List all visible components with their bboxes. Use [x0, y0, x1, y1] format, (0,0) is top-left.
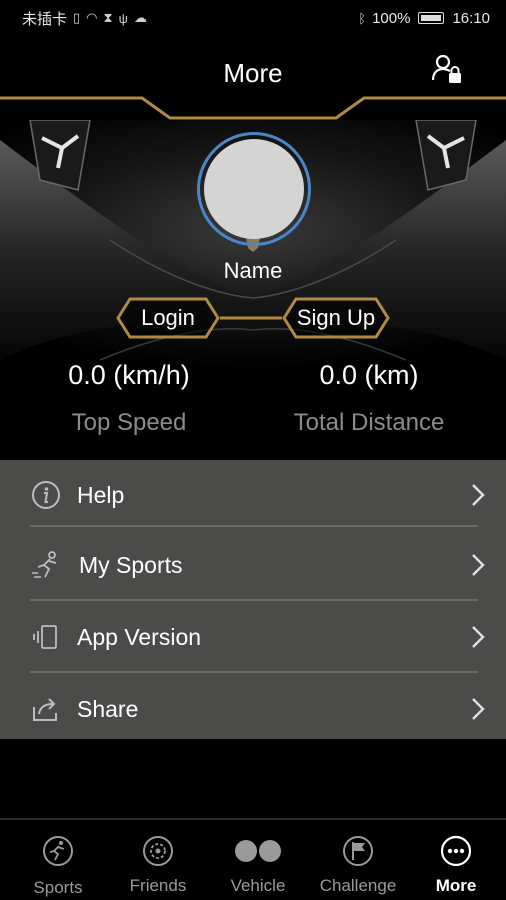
- menu-item-label: App Version: [77, 623, 202, 650]
- more-dots-icon: [440, 835, 472, 867]
- header: More: [0, 36, 506, 120]
- bottom-navigation: Sports Friends Vehicle Challenge More: [0, 818, 506, 900]
- menu-divider: [30, 671, 478, 673]
- menu-divider: [30, 525, 478, 527]
- menu-item-app-version[interactable]: App Version: [0, 602, 506, 672]
- carrier-text: 未插卡: [22, 10, 68, 28]
- battery-percent: 100%: [372, 9, 411, 27]
- nav-tab-sports[interactable]: Sports: [8, 820, 108, 900]
- signup-label: Sign Up: [296, 305, 376, 330]
- profile-hero: Name Login Sign Up 0.0 (km/h) Top Speed …: [0, 120, 506, 460]
- hourglass-icon: ⧗: [103, 10, 113, 25]
- nav-tab-more[interactable]: More: [406, 820, 506, 900]
- auth-connector: [220, 316, 282, 320]
- menu-item-label: Help: [77, 481, 125, 508]
- avatar[interactable]: [204, 139, 304, 239]
- top-speed-value: 0.0 (km/h): [68, 360, 190, 390]
- total-distance-label: Total Distance: [293, 409, 445, 436]
- nav-label: Vehicle: [230, 876, 286, 895]
- menu-item-help[interactable]: Help: [0, 460, 506, 530]
- profile-name: Name: [223, 258, 283, 283]
- auth-buttons: Login Sign Up: [0, 296, 506, 340]
- battery-icon: [418, 12, 445, 24]
- cloud-icon: ☁: [133, 10, 147, 25]
- menu-item-label: Share: [77, 695, 139, 722]
- nav-tab-vehicle[interactable]: Vehicle: [208, 820, 308, 900]
- user-lock-icon[interactable]: [430, 52, 464, 86]
- nav-tab-friends[interactable]: Friends: [108, 820, 208, 900]
- chevron-right-icon: [472, 484, 485, 506]
- share-icon: [33, 698, 57, 721]
- clock: 16:10: [452, 9, 490, 27]
- top-speed-stat: 0.0 (km/h) Top Speed: [14, 360, 244, 437]
- total-distance-value: 0.0 (km): [319, 360, 419, 390]
- avatar-ring[interactable]: [197, 132, 311, 246]
- chevron-right-icon: [472, 698, 485, 720]
- vehicle-icon: [235, 840, 281, 862]
- friends-icon: [143, 836, 173, 866]
- chevron-right-icon: [472, 554, 485, 576]
- menu-item-label: My Sports: [79, 551, 183, 578]
- signup-button[interactable]: Sign Up: [282, 296, 390, 340]
- phone-version-icon: [33, 625, 57, 649]
- usb-icon: ψ: [118, 10, 128, 26]
- nav-label: Friends: [129, 876, 187, 895]
- nav-label: More: [435, 876, 477, 895]
- info-icon: [32, 481, 60, 509]
- status-right: ᛒ 100% 16:10: [358, 10, 490, 27]
- menu-divider: [30, 599, 478, 601]
- sports-icon: [43, 836, 73, 866]
- login-label: Login: [141, 305, 195, 330]
- nav-tab-challenge[interactable]: Challenge: [308, 820, 408, 900]
- bluetooth-icon: ᛒ: [358, 10, 367, 26]
- login-button[interactable]: Login: [116, 296, 220, 340]
- nav-label: Sports: [33, 878, 83, 897]
- nav-label: Challenge: [319, 876, 397, 895]
- wifi-icon: ◠: [86, 10, 98, 25]
- total-distance-stat: 0.0 (km) Total Distance: [254, 360, 484, 437]
- sim-icon: ▯: [73, 10, 81, 25]
- runner-icon: [32, 551, 57, 578]
- top-speed-label: Top Speed: [71, 409, 187, 436]
- challenge-flag-icon: [343, 836, 373, 866]
- settings-menu: Help My Sports App Version Share: [0, 460, 506, 739]
- status-bar: 未插卡 ▯ ◠ ⧗ ψ ☁ ᛒ 100% 16:10: [0, 0, 506, 36]
- status-left: 未插卡 ▯ ◠ ⧗ ψ ☁: [22, 8, 147, 29]
- chevron-right-icon: [472, 626, 485, 648]
- menu-item-my-sports[interactable]: My Sports: [0, 530, 506, 600]
- menu-item-share[interactable]: Share: [0, 674, 506, 744]
